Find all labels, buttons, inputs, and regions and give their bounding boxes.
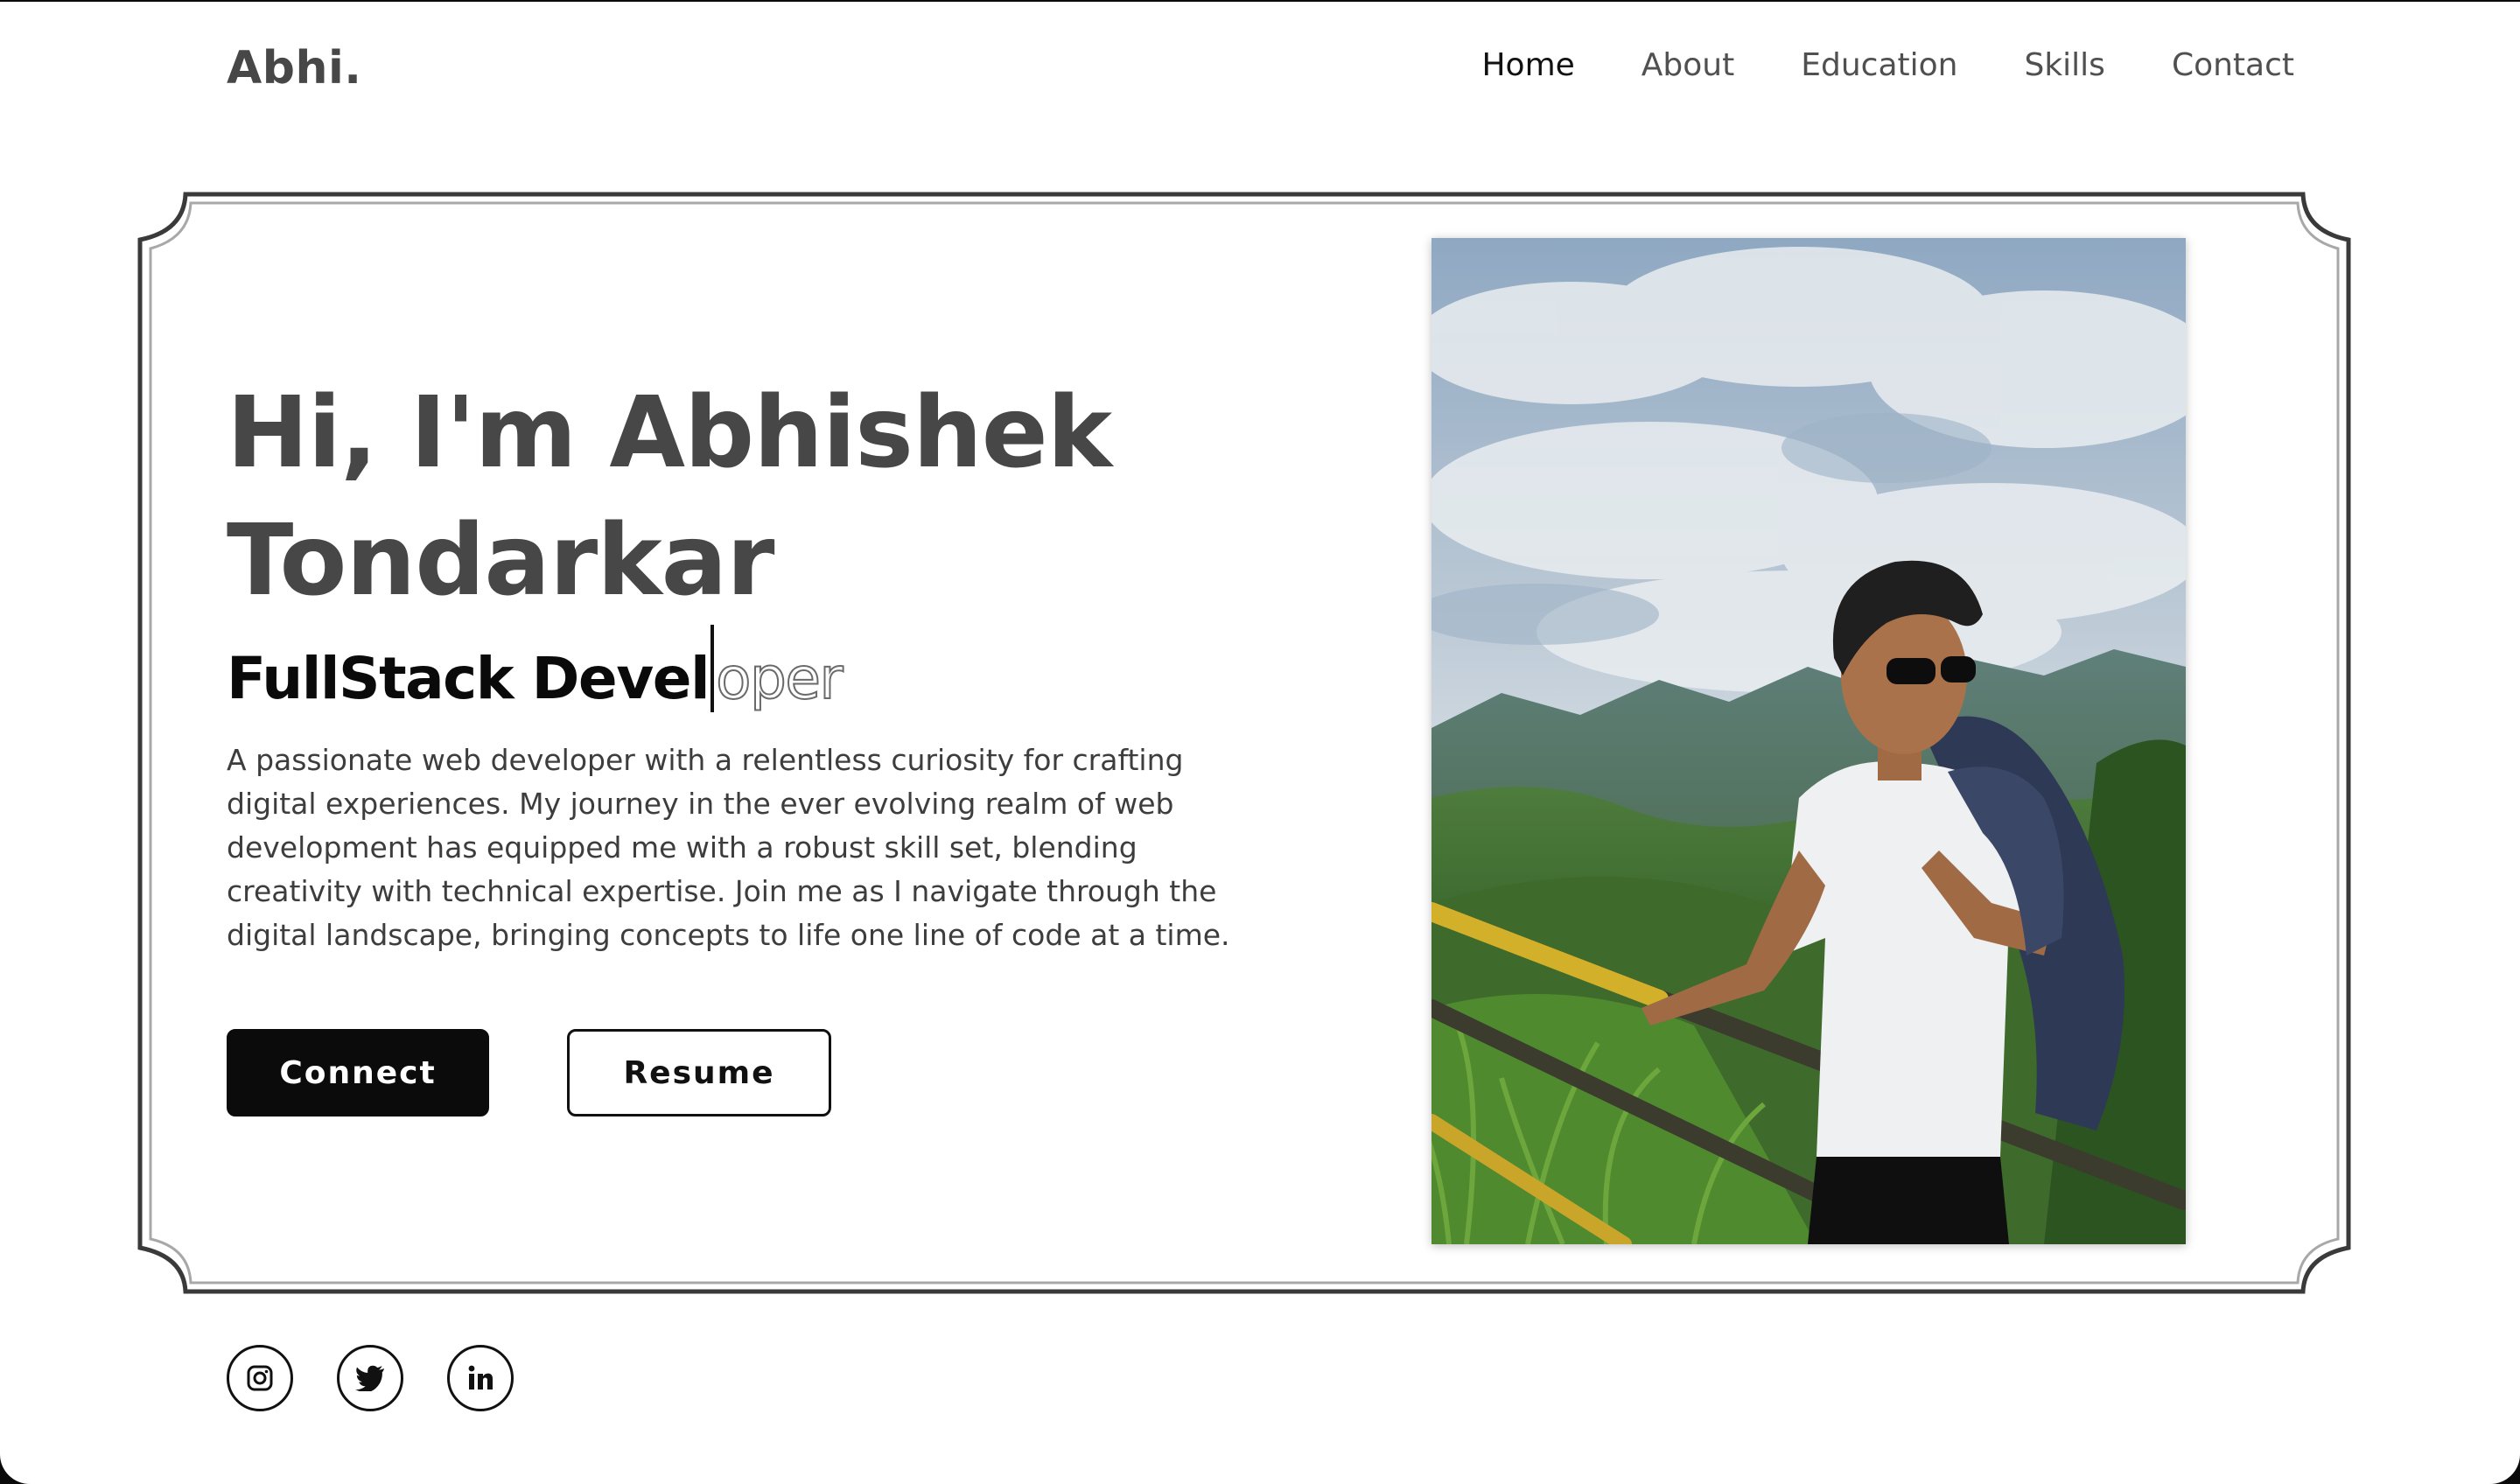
role-remaining-text: oper (715, 644, 844, 713)
page: Abhi. Home About Education Skills Contac… (0, 2, 2520, 1484)
nav-link-skills[interactable]: Skills (2024, 47, 2104, 83)
role-typewriter: FullStack Devel oper (227, 625, 844, 714)
nav-link-contact[interactable]: Contact (2172, 47, 2294, 83)
site-logo[interactable]: Abhi. (227, 42, 362, 94)
resume-button[interactable]: Resume (567, 1029, 831, 1116)
linkedin-icon[interactable] (447, 1345, 514, 1411)
instagram-icon[interactable] (227, 1345, 293, 1411)
typing-cursor (710, 625, 715, 712)
nav-link-home[interactable]: Home (1481, 47, 1574, 83)
social-links (227, 1345, 514, 1411)
role-typed-text: FullStack Devel (227, 645, 710, 712)
hero-bio: A passionate web developer with a relent… (227, 743, 1230, 952)
hero-title: Hi, I'm Abhishek Tondarkar (227, 376, 1112, 618)
profile-photo (1432, 238, 2186, 1244)
twitter-icon[interactable] (337, 1345, 403, 1411)
main-nav: Home About Education Skills Contact (1481, 47, 2294, 83)
nav-link-about[interactable]: About (1642, 47, 1734, 83)
connect-button[interactable]: Connect (227, 1029, 489, 1116)
nav-link-education[interactable]: Education (1801, 47, 1957, 83)
